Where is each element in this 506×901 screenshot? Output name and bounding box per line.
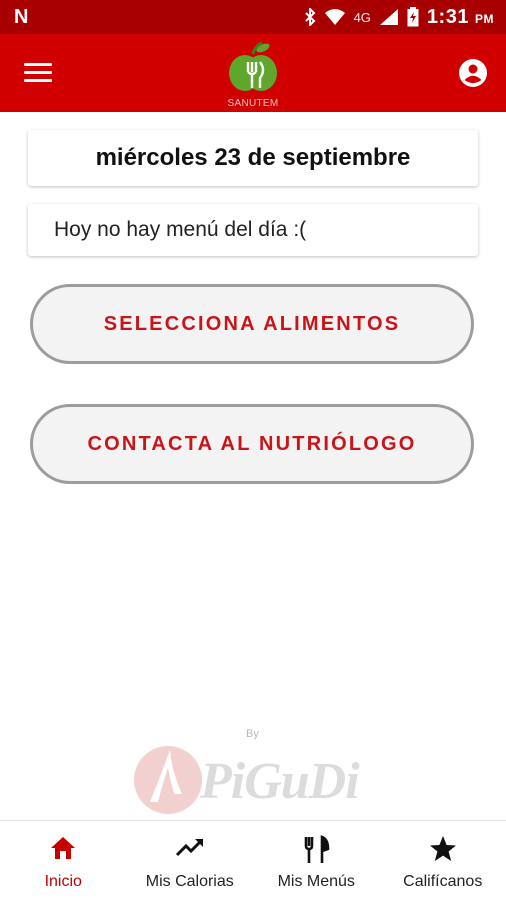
star-icon — [429, 835, 457, 863]
by-label: By — [246, 728, 259, 740]
logo-text: SANUTEM — [218, 98, 288, 109]
status-bar: N 4G 1:31 PM — [0, 0, 506, 34]
hamburger-menu-icon[interactable] — [24, 60, 56, 86]
clock-time: 1:31 — [427, 6, 469, 28]
clock: 1:31 PM — [427, 6, 494, 29]
menu-message: Hoy no hay menú del día :( — [54, 218, 306, 242]
clock-meridiem: PM — [475, 12, 494, 26]
app-bar: SANUTEM — [0, 34, 506, 112]
wifi-icon — [324, 8, 346, 26]
notification-n-icon: N — [14, 6, 28, 29]
nav-label-mis-menus: Mis Menús — [253, 873, 380, 891]
daily-menu-card: Hoy no hay menú del día :( — [28, 204, 478, 256]
date-title: miércoles 23 de septiembre — [96, 144, 411, 172]
account-icon[interactable] — [458, 58, 488, 88]
nav-item-inicio[interactable]: Inicio — [0, 821, 127, 901]
bluetooth-icon — [304, 8, 316, 26]
restaurant-icon — [302, 835, 330, 865]
apple-logo-icon — [224, 40, 282, 98]
contact-nutritionist-label: CONTACTA AL NUTRIÓLOGO — [87, 433, 416, 456]
nav-item-calificanos[interactable]: Califícanos — [380, 821, 506, 901]
date-card: miércoles 23 de septiembre — [28, 130, 478, 186]
bottom-navigation: Inicio Mis Calorias Mis Menús Califícano… — [0, 820, 506, 901]
signal-icon — [379, 8, 399, 26]
pigudi-brand: PiGuDi — [200, 752, 359, 811]
nav-label-calificanos: Califícanos — [380, 873, 506, 891]
pigudi-logo-icon — [132, 742, 202, 816]
select-foods-label: SELECCIONA ALIMENTOS — [104, 313, 401, 336]
network-type-label: 4G — [354, 10, 371, 25]
home-icon — [49, 835, 77, 861]
contact-nutritionist-button[interactable]: CONTACTA AL NUTRIÓLOGO — [30, 404, 474, 484]
pigudi-watermark: PiGuDi — [132, 742, 382, 822]
status-icons: 4G 1:31 PM — [304, 4, 494, 30]
app-logo: SANUTEM — [218, 40, 288, 110]
battery-icon — [407, 7, 419, 27]
nav-item-mis-menus[interactable]: Mis Menús — [253, 821, 380, 901]
nav-label-inicio: Inicio — [0, 873, 127, 891]
trending-up-icon — [175, 835, 205, 861]
select-foods-button[interactable]: SELECCIONA ALIMENTOS — [30, 284, 474, 364]
nav-label-mis-calorias: Mis Calorias — [127, 873, 254, 891]
nav-item-mis-calorias[interactable]: Mis Calorias — [127, 821, 254, 901]
